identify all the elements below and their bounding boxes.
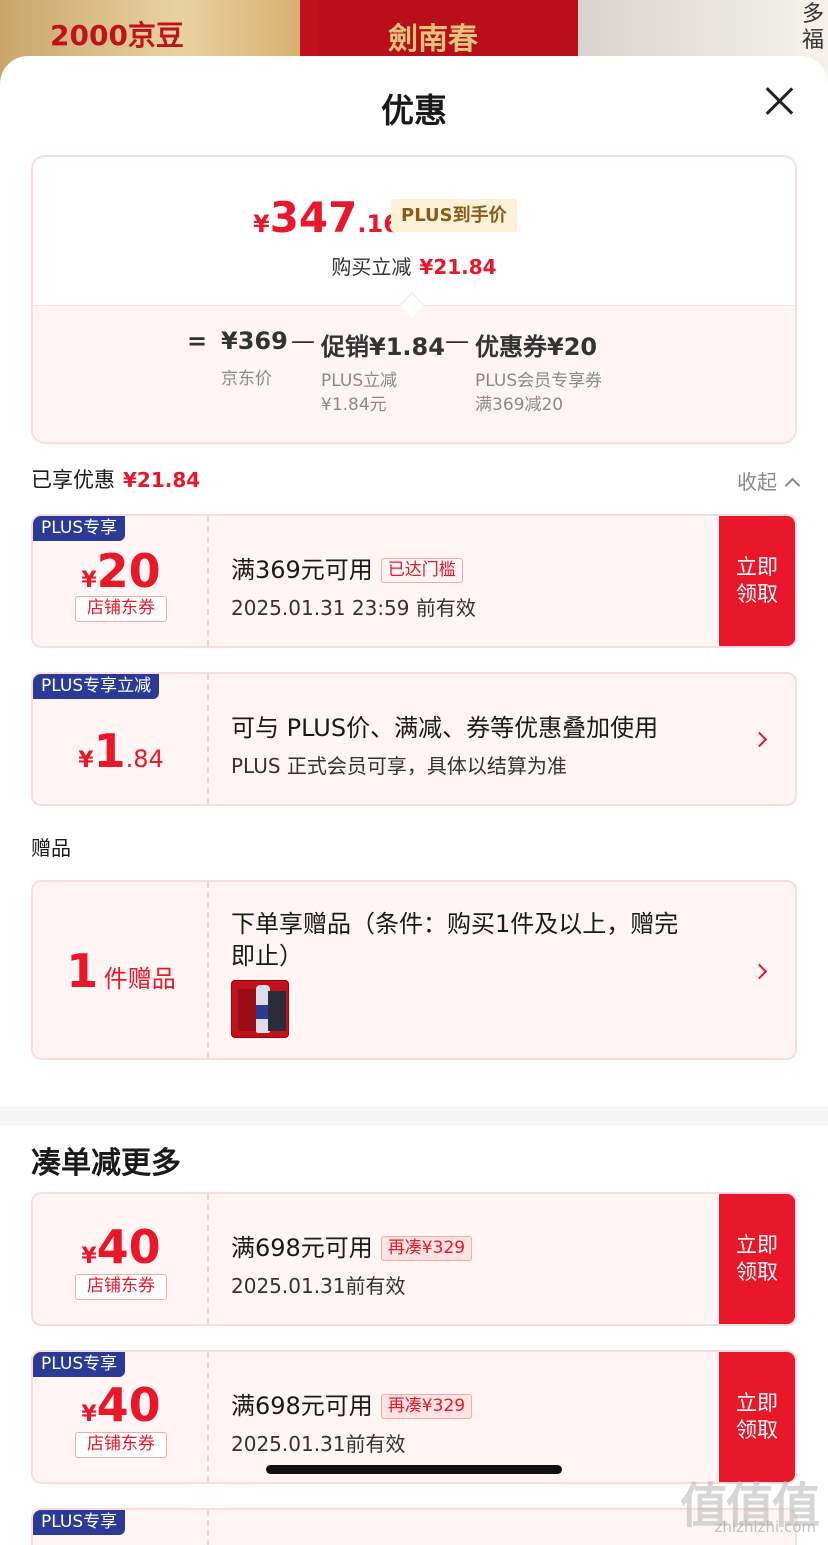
jd-price-label: 京东价	[221, 369, 272, 389]
enjoyed-label: 已享优惠	[31, 468, 115, 492]
sheet-title: 优惠	[381, 91, 447, 130]
formula-coupon: 优惠券¥20	[475, 333, 598, 361]
formula-promo: 促销¥1.84	[321, 333, 445, 361]
price-summary-card: ¥347.16 PLUS到手价 购买立减 ¥21.84 = ¥369 — 促销¥1…	[31, 155, 797, 444]
price-currency: ¥	[253, 210, 270, 238]
summary-breakdown	[33, 305, 795, 442]
coupon-expiry: 2025.01.31 23:59 前有效	[231, 596, 476, 620]
gift-count: 1 件赠品	[33, 944, 209, 998]
reduce-value: ¥21.84	[419, 255, 497, 279]
chevron-right-icon	[751, 731, 768, 748]
coupon-type: 店铺东券	[75, 1274, 167, 1300]
more-discount-title: 凑单减更多	[31, 1146, 181, 1181]
coupon-left: PLUS专享 ¥40 店铺东券	[33, 1352, 209, 1482]
collapse-label: 收起	[737, 470, 777, 494]
plus-badge: PLUS专享立减	[33, 674, 160, 699]
coupon-condition: 满698元可用 再凑¥329	[231, 1228, 473, 1263]
gap-tag: 再凑¥329	[380, 1236, 473, 1261]
coupon-currency: ¥	[78, 748, 94, 773]
threshold-tag: 已达门槛	[380, 558, 463, 583]
chevron-up-icon	[784, 477, 801, 494]
discount-sheet: 优惠 ¥347.16 PLUS到手价 购买立减 ¥21.84 = ¥369 — 促…	[0, 56, 828, 1545]
coupon-card: PLUS专享 ¥40 店铺东券 满698元可用 再凑¥329 2025.01.31…	[31, 1350, 797, 1484]
gift-condition-line1: 下单享赠品（条件：购买1件及以上，赠完	[231, 910, 679, 938]
reduce-description: 可与 PLUS价、满减、券等优惠叠加使用	[231, 714, 659, 742]
coupon-condition-text: 满698元可用	[231, 1392, 373, 1420]
claim-label: 立即领取	[736, 555, 778, 606]
gift-card[interactable]: 1 件赠品 下单享赠品（条件：购买1件及以上，赠完 即止）	[31, 880, 797, 1060]
gift-count-unit: 件赠品	[103, 965, 176, 993]
plus-reduce-card[interactable]: PLUS专享立减 ¥1.84 可与 PLUS价、满减、券等优惠叠加使用 PLUS…	[31, 672, 797, 806]
gift-section-label: 赠品	[31, 836, 71, 860]
reduce-note: PLUS 正式会员可享，具体以结算为准	[231, 754, 567, 778]
summary-top: ¥347.16 PLUS到手价 购买立减 ¥21.84	[33, 157, 795, 305]
coupon-condition: 满369元可用 已达门槛	[231, 550, 463, 585]
claim-button[interactable]: 立即领取	[719, 1352, 795, 1482]
gift-left: 1 件赠品	[33, 882, 209, 1058]
banner-mid-text: 劍南春	[388, 22, 478, 57]
price-integer: 347	[269, 193, 358, 242]
gift-count-number: 1	[66, 944, 99, 998]
coupon-value: 40	[96, 1378, 161, 1432]
plus-badge: PLUS专享	[33, 1352, 126, 1377]
promo-label-1: PLUS立减	[321, 371, 398, 391]
enjoyed-discount-header: 已享优惠 ¥21.84	[31, 464, 200, 494]
plus-badge: PLUS专享	[33, 516, 126, 541]
coupon-label-2: 满369减20	[475, 395, 564, 415]
coupon-value: 1	[93, 724, 126, 778]
watermark-url: zhizhizhi.com	[714, 1518, 816, 1536]
coupon-amount: ¥40	[33, 1220, 209, 1274]
formula-minus-1: —	[291, 327, 315, 355]
collapse-button[interactable]: 收起	[737, 466, 801, 495]
promo-label-2: ¥1.84元	[321, 395, 387, 415]
purchase-reduce: 购买立减 ¥21.84	[33, 251, 795, 280]
final-price: ¥347.16	[253, 193, 400, 242]
coupon-value: 40	[96, 1220, 161, 1274]
coupon-amount: ¥40	[33, 1378, 209, 1432]
coupon-amount: ¥20	[33, 544, 209, 598]
coupon-currency: ¥	[81, 1402, 97, 1427]
coupon-value: 20	[96, 544, 161, 598]
formula-equals: =	[187, 327, 208, 355]
coupon-decimal: .84	[125, 745, 164, 773]
coupon-card: PLUS专享 ¥20 店铺东券 满369元可用 已达门槛 2025.01.31 2…	[31, 514, 797, 648]
gift-box-dark-shape	[268, 991, 286, 1031]
coupon-type: 店铺东券	[75, 596, 167, 622]
formula-minus-2: —	[445, 327, 469, 355]
reduce-label: 购买立减	[331, 255, 412, 279]
coupon-condition: 满698元可用 再凑¥329	[231, 1386, 473, 1421]
plus-badge: PLUS专享	[33, 1510, 126, 1535]
coupon-card: ¥40 店铺东券 满698元可用 再凑¥329 2025.01.31前有效 立即领…	[31, 1192, 797, 1326]
claim-button[interactable]: 立即领取	[719, 1194, 795, 1324]
gift-thumbnail[interactable]	[231, 980, 289, 1038]
coupon-currency: ¥	[81, 568, 97, 593]
coupon-left: ¥40 店铺东券	[33, 1194, 209, 1324]
claim-label: 立即领取	[736, 1233, 778, 1284]
coupon-left: PLUS专享立减 ¥1.84	[33, 674, 209, 804]
coupon-condition-text: 满698元可用	[231, 1234, 373, 1262]
gift-condition-line2: 即止）	[231, 942, 303, 970]
claim-label: 立即领取	[736, 1391, 778, 1442]
home-indicator[interactable]	[266, 1465, 562, 1474]
claim-button[interactable]: 立即领取	[719, 516, 795, 646]
coupon-left: PLUS专享 ¥20 店铺东券	[33, 516, 209, 646]
coupon-type: 店铺东券	[75, 1432, 167, 1458]
coupon-left: PLUS专享	[33, 1510, 209, 1545]
close-icon[interactable]	[764, 86, 794, 116]
coupon-label-1: PLUS会员专享券	[475, 371, 603, 391]
formula-jd-price: ¥369	[221, 327, 288, 355]
banner-left-text: 2000京豆	[50, 19, 184, 52]
enjoyed-value: ¥21.84	[123, 468, 201, 492]
chevron-right-icon	[751, 963, 768, 980]
coupon-condition-text: 满369元可用	[231, 556, 373, 584]
gap-tag: 再凑¥329	[380, 1394, 473, 1419]
section-divider	[0, 1106, 828, 1126]
coupon-currency: ¥	[81, 1244, 97, 1269]
plus-price-tag: PLUS到手价	[391, 199, 517, 232]
coupon-amount: ¥1.84	[33, 724, 209, 778]
coupon-expiry: 2025.01.31前有效	[231, 1274, 406, 1298]
coupon-expiry: 2025.01.31前有效	[231, 1432, 406, 1456]
